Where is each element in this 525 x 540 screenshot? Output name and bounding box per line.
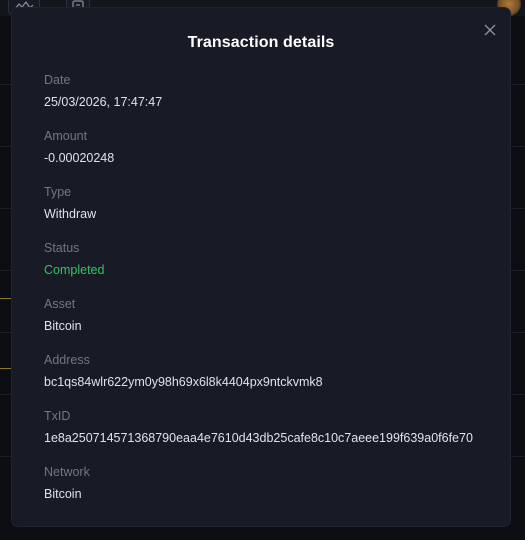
field-label: Network [44,465,90,479]
field-label: Asset [44,297,76,311]
field-network: Network Bitcoin [44,464,494,502]
field-label: Address [44,353,90,367]
field-value: Bitcoin [44,487,82,501]
background-chart-line [0,298,12,299]
field-value: Bitcoin [44,319,82,333]
field-label: Type [44,185,72,199]
field-asset: Asset Bitcoin [44,296,494,334]
field-txid: TxID 1e8a250714571368790eaa4e7610d43db25… [44,408,494,446]
modal-title: Transaction details [187,34,335,51]
field-label: Status [44,241,80,255]
background-chart-line [0,368,12,369]
field-value: -0.00020248 [44,151,115,165]
field-value: Withdraw [44,207,97,221]
field-value: 25/03/2026, 17:47:47 [44,95,163,109]
status-badge: Completed [44,263,105,277]
field-date: Date 25/03/2026, 17:47:47 [44,72,494,110]
field-label: Amount [44,129,88,143]
field-address: Address bc1qs84wlr622ym0y98h69x6l8k4404p… [44,352,494,390]
txid-value[interactable]: 1e8a250714571368790eaa4e7610d43db25cafe8… [44,430,494,446]
address-value[interactable]: bc1qs84wlr622ym0y98h69x6l8k4404px9ntckvm… [44,374,494,390]
field-type: Type Withdraw [44,184,494,222]
close-icon[interactable] [482,22,498,38]
field-label: TxID [44,409,71,423]
field-amount: Amount -0.00020248 [44,128,494,166]
close-button[interactable] [482,22,498,38]
field-status: Status Completed [44,240,494,278]
transaction-details-modal: Transaction details Date 25/03/2026, 17:… [12,8,510,526]
field-label: Date [44,73,71,87]
